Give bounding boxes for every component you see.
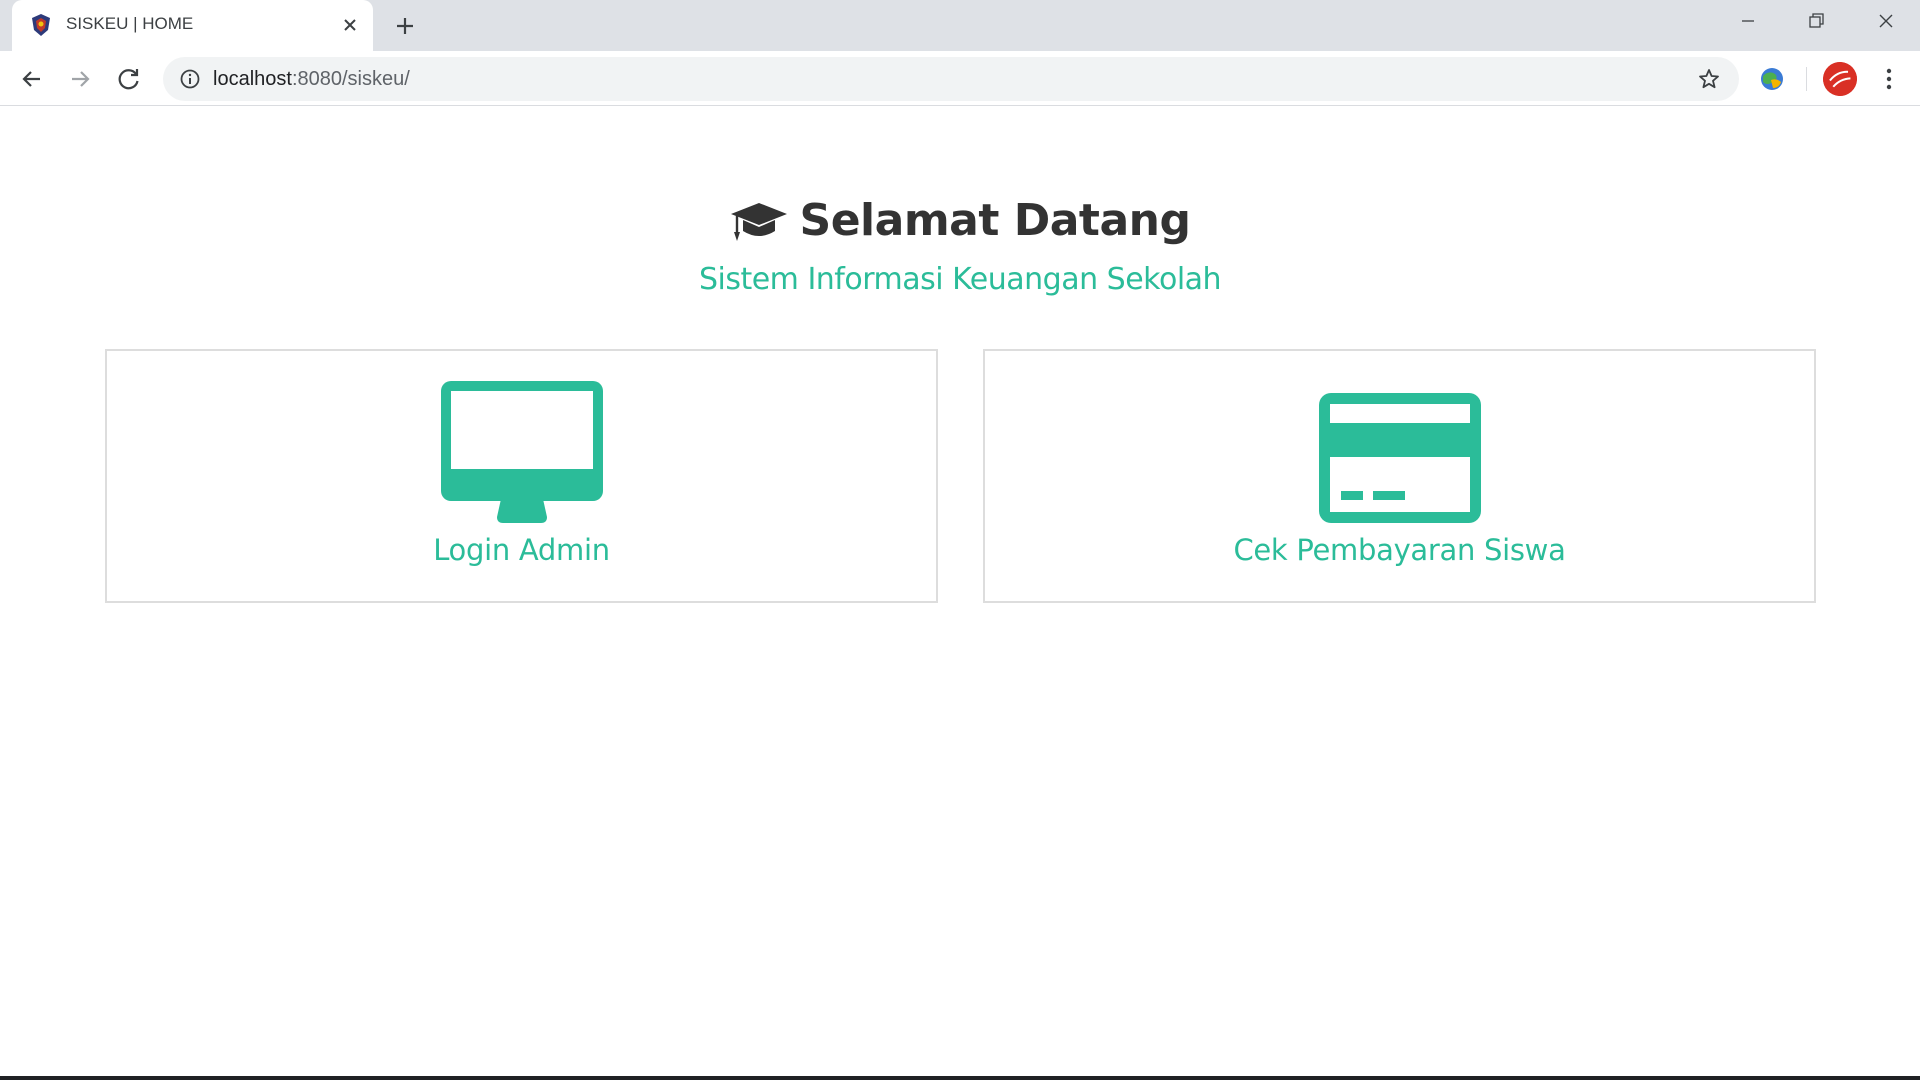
- browser-toolbar: localhost:8080/siskeu/: [0, 51, 1920, 106]
- page-title: Selamat Datang: [799, 195, 1191, 246]
- kebab-menu-icon[interactable]: [1875, 65, 1903, 93]
- toolbar-divider: [1806, 67, 1807, 91]
- url-text[interactable]: localhost:8080/siskeu/: [213, 68, 410, 91]
- graduation-cap-icon: [730, 202, 787, 241]
- back-arrow-icon[interactable]: [16, 63, 48, 95]
- forward-arrow-icon[interactable]: [64, 63, 96, 95]
- page-subtitle: Sistem Informasi Keuangan Sekolah: [698, 262, 1222, 297]
- school-emblem-icon: [32, 14, 50, 36]
- address-bar[interactable]: localhost:8080/siskeu/: [163, 57, 1739, 101]
- login-admin-card[interactable]: Login Admin: [105, 349, 938, 603]
- page-heading: Selamat Datang: [0, 195, 1920, 248]
- browser-tabstrip: SISKEU | HOME: [0, 0, 1920, 51]
- bookmark-star-icon[interactable]: [1697, 67, 1721, 91]
- login-admin-label: Login Admin: [433, 533, 610, 567]
- cek-pembayaran-card[interactable]: Cek Pembayaran Siswa: [983, 349, 1816, 603]
- tab-title: SISKEU | HOME: [66, 14, 194, 33]
- credit-card-icon: [1318, 393, 1481, 523]
- url-host: localhost: [213, 68, 292, 90]
- extension-icon[interactable]: [1757, 64, 1787, 94]
- cek-pembayaran-label: Cek Pembayaran Siswa: [1233, 533, 1566, 567]
- reload-icon[interactable]: [113, 63, 145, 95]
- info-icon[interactable]: [179, 68, 201, 90]
- close-tab-icon[interactable]: [338, 13, 362, 37]
- restore-icon[interactable]: [1782, 0, 1850, 44]
- minimize-icon[interactable]: [1714, 0, 1782, 44]
- profile-logo-icon: [1823, 62, 1857, 96]
- page-content: Selamat Datang Sistem Informasi Keuangan…: [0, 107, 1920, 1080]
- new-tab-icon[interactable]: [392, 13, 418, 39]
- browser-tab[interactable]: SISKEU | HOME: [12, 0, 373, 51]
- url-path: :8080/siskeu/: [291, 68, 410, 90]
- taskbar-edge: [0, 1076, 1920, 1080]
- profile-avatar[interactable]: [1818, 57, 1862, 101]
- close-window-icon[interactable]: [1852, 0, 1920, 44]
- desktop-icon: [440, 381, 603, 523]
